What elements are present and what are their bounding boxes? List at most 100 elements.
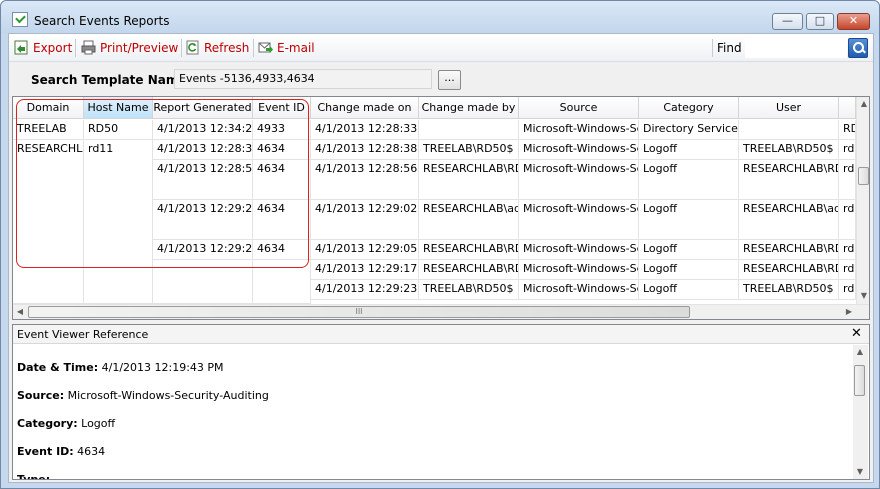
grid-cell[interactable]: 4/1/2013 12:29:23 PM bbox=[311, 280, 419, 300]
column-header[interactable]: Change made by bbox=[419, 97, 519, 119]
events-grid[interactable]: Domain Host Name Report Generated Event ID C… bbox=[12, 96, 870, 320]
search-template-field[interactable]: Events -5136,4933,4634 bbox=[174, 69, 432, 89]
find-input[interactable] bbox=[745, 38, 847, 58]
event-viewer-scrollbar[interactable]: ▲ ▼ bbox=[853, 345, 868, 479]
email-button[interactable]: E-mail bbox=[258, 40, 315, 56]
grid-cell[interactable]: Microsoft-Windows-Security-Auditing bbox=[519, 120, 639, 140]
browse-template-button[interactable]: ... bbox=[438, 70, 461, 90]
event-viewer-panel: Event Viewer Reference ✕ Date & Time: 4/… bbox=[12, 324, 870, 480]
search-icon[interactable] bbox=[848, 38, 868, 58]
grid-cell[interactable]: Logoff bbox=[639, 140, 739, 160]
printer-icon bbox=[81, 40, 96, 55]
grid-cell[interactable]: rd1 bbox=[839, 140, 856, 160]
column-header[interactable]: Category bbox=[639, 97, 739, 119]
grid-cell[interactable]: Logoff bbox=[639, 280, 739, 300]
grid-cell[interactable]: RESEARCHLAB\administrator bbox=[419, 200, 519, 240]
email-icon bbox=[258, 42, 273, 53]
toolbar-separator bbox=[253, 39, 254, 57]
toolbar-separator bbox=[712, 39, 713, 57]
refresh-label: Refresh bbox=[204, 41, 250, 55]
grid-cell[interactable]: TREELAB\RD50$ bbox=[419, 140, 519, 160]
scroll-right-icon[interactable]: ▶ bbox=[842, 305, 856, 319]
grid-cell[interactable]: rd1 bbox=[839, 280, 856, 300]
event-field-value: Microsoft-Windows-Security-Auditing bbox=[64, 389, 269, 402]
grid-cell[interactable]: 4/1/2013 12:29:02 PM bbox=[311, 200, 419, 240]
column-header[interactable] bbox=[839, 97, 856, 119]
app-icon bbox=[12, 12, 28, 27]
scroll-down-icon[interactable]: ▼ bbox=[853, 465, 867, 479]
grid-cell[interactable]: 4/1/2013 12:28:38 PM bbox=[311, 140, 419, 160]
toolbar-separator bbox=[75, 39, 76, 57]
event-field-value: 4634 bbox=[73, 445, 106, 458]
scroll-thumb-horizontal[interactable]: III bbox=[28, 306, 690, 318]
event-field-label: Type: bbox=[17, 473, 50, 479]
refresh-button[interactable]: Refresh bbox=[185, 40, 249, 56]
grid-cell[interactable]: 4/1/2013 12:28:56 PM bbox=[311, 160, 419, 200]
export-button[interactable]: Export bbox=[14, 40, 72, 56]
event-field: Date & Time: 4/1/2013 12:19:43 PM bbox=[17, 361, 224, 374]
grid-cell[interactable]: rd1 bbox=[839, 260, 856, 280]
grid-cell[interactable]: RESEARCHLAB\RD11$ bbox=[739, 160, 839, 200]
grid-cell[interactable]: Logoff bbox=[639, 260, 739, 280]
title-bar[interactable]: Search Events Reports — □ ✕ bbox=[1, 1, 879, 33]
window: Search Events Reports — □ ✕ Export Print… bbox=[0, 0, 880, 489]
scroll-thumb[interactable] bbox=[854, 365, 865, 396]
grid-cell[interactable] bbox=[419, 120, 519, 140]
scroll-down-icon[interactable]: ▼ bbox=[857, 289, 869, 303]
grid-cell[interactable]: RESEARCHLAB\RD11$ bbox=[739, 260, 839, 280]
grid-cell[interactable]: rd1 bbox=[839, 240, 856, 260]
grid-cell[interactable]: Logoff bbox=[639, 160, 739, 200]
grid-cell[interactable]: TREELAB\RD50$ bbox=[739, 280, 839, 300]
column-header[interactable]: Source bbox=[519, 97, 639, 119]
grid-cell[interactable]: 4/1/2013 12:29:05 PM bbox=[311, 240, 419, 260]
grid-cell[interactable]: Microsoft-Windows-Security-Auditing bbox=[519, 140, 639, 160]
event-field-label: Source: bbox=[17, 389, 65, 402]
event-field-label: Date & Time: bbox=[17, 361, 99, 374]
find-label: Find bbox=[717, 41, 742, 55]
grid-cell[interactable]: TREELAB\RD50$ bbox=[739, 140, 839, 160]
grid-cell[interactable]: 4/1/2013 12:29:17 PM bbox=[311, 260, 419, 280]
grid-cell[interactable]: TREELAB\RD50$ bbox=[419, 280, 519, 300]
grid-cell[interactable]: RESEARCHLAB\RD11$ bbox=[419, 160, 519, 200]
column-header[interactable]: User bbox=[739, 97, 839, 119]
client-area: Export Print/Preview Refresh E-mail Find… bbox=[8, 33, 874, 483]
event-field-value: Logoff bbox=[77, 417, 116, 430]
grid-cell[interactable]: RESEARCHLAB\RD11$ bbox=[419, 260, 519, 280]
export-label: Export bbox=[33, 41, 73, 55]
event-field: Source: Microsoft-Windows-Security-Audit… bbox=[17, 389, 269, 402]
scroll-up-icon[interactable]: ▲ bbox=[853, 345, 867, 359]
grid-cell[interactable]: Microsoft-Windows-Security-Auditing bbox=[519, 240, 639, 260]
grid-cell[interactable]: Microsoft-Windows-Security-Auditing bbox=[519, 280, 639, 300]
grid-cell[interactable]: rd1 bbox=[839, 160, 856, 200]
event-field-label: Category: bbox=[17, 417, 78, 430]
print-preview-label: Print/Preview bbox=[100, 41, 179, 55]
grid-cell[interactable]: Microsoft-Windows-Security-Auditing bbox=[519, 200, 639, 240]
grid-cell[interactable]: Microsoft-Windows-Security-Auditing bbox=[519, 260, 639, 280]
maximize-button[interactable]: □ bbox=[806, 13, 834, 30]
scroll-left-icon[interactable]: ◀ bbox=[13, 305, 27, 319]
search-template-label: Search Template Name: bbox=[31, 73, 192, 87]
grid-cell[interactable]: rd1 bbox=[839, 200, 856, 240]
refresh-icon bbox=[186, 40, 199, 55]
scroll-up-icon[interactable]: ▲ bbox=[857, 97, 869, 111]
grid-cell[interactable]: RESEARCHLAB\RD11$ bbox=[419, 240, 519, 260]
grid-cell[interactable]: Logoff bbox=[639, 200, 739, 240]
grid-cell[interactable]: Logoff bbox=[639, 240, 739, 260]
grid-cell[interactable]: Directory Service Replication bbox=[639, 120, 739, 140]
vertical-scrollbar[interactable]: ▲ ▼ bbox=[856, 97, 869, 304]
minimize-button[interactable]: — bbox=[772, 13, 803, 30]
grid-cell[interactable]: Microsoft-Windows-Security-Auditing bbox=[519, 160, 639, 200]
column-header[interactable]: Change made on bbox=[311, 97, 419, 119]
close-button[interactable]: ✕ bbox=[837, 13, 870, 30]
horizontal-scrollbar[interactable]: ◀ III ▶ bbox=[13, 304, 869, 319]
event-field: Category: Logoff bbox=[17, 417, 115, 430]
event-field-label: Event ID: bbox=[17, 445, 74, 458]
scroll-thumb[interactable] bbox=[858, 167, 869, 185]
grid-cell[interactable]: RD bbox=[839, 120, 856, 140]
grid-cell[interactable] bbox=[739, 120, 839, 140]
grid-cell[interactable]: RESEARCHLAB\RD11$ bbox=[739, 240, 839, 260]
grid-cell[interactable]: RESEARCHLAB\administrator bbox=[739, 200, 839, 240]
grid-cell[interactable]: 4/1/2013 12:28:33 PM bbox=[311, 120, 419, 140]
print-preview-button[interactable]: Print/Preview bbox=[81, 40, 178, 56]
close-icon[interactable]: ✕ bbox=[851, 326, 862, 341]
